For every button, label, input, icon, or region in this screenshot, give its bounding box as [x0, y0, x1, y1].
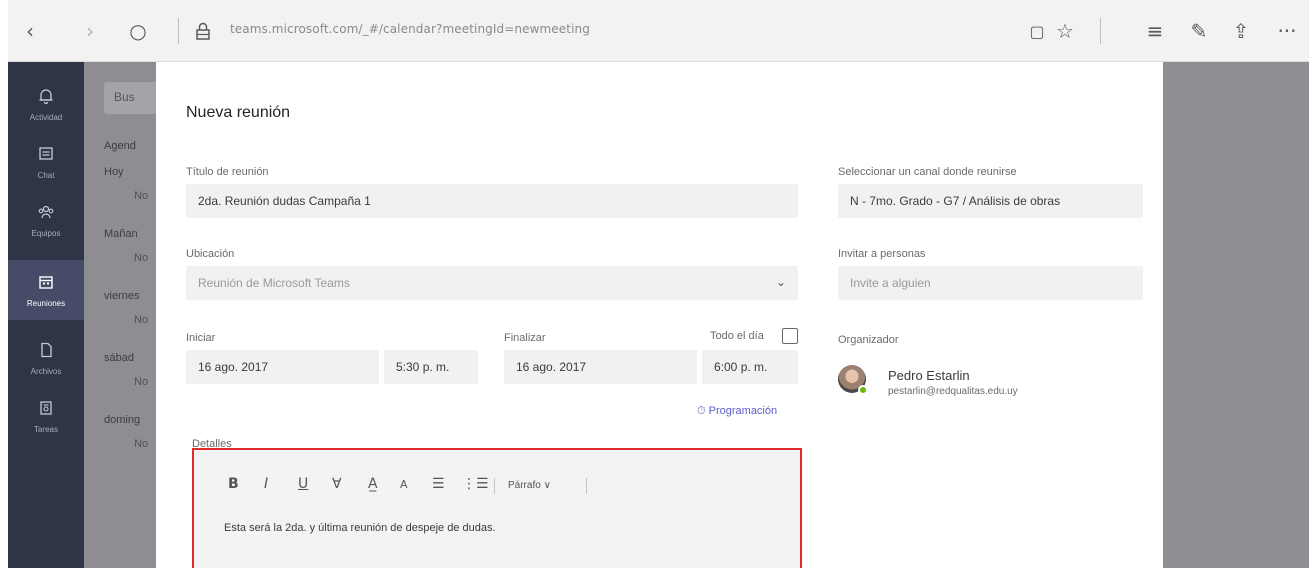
- agenda-day: sábad: [104, 352, 134, 364]
- forward-icon[interactable]: ›: [80, 18, 100, 44]
- meeting-title-value: 2da. Reunión dudas Campaña 1: [198, 194, 371, 208]
- teams-icon: [37, 203, 55, 226]
- presence-available-icon: [858, 385, 868, 395]
- end-time-input[interactable]: 6:00 p. m.: [702, 350, 798, 384]
- agenda-list-pane: Bus Agend Hoy No Mañan No viernes No sáb…: [84, 62, 156, 568]
- browser-window: ‹ › ○ teams.microsoft.com/_#/calendar?me…: [8, 0, 1309, 568]
- channel-label: Seleccionar un canal donde reunirse: [838, 166, 1017, 178]
- organizer-name: Pedro Estarlin: [888, 368, 970, 383]
- end-label: Finalizar: [504, 332, 546, 344]
- start-label: Iniciar: [186, 332, 216, 344]
- font-color-icon[interactable]: A̲: [368, 476, 378, 492]
- start-date-input[interactable]: 16 ago. 2017: [186, 350, 379, 384]
- agenda-day: Mañan: [104, 228, 138, 240]
- web-note-icon[interactable]: ✎: [1188, 18, 1210, 44]
- font-size-icon[interactable]: A: [400, 478, 408, 491]
- share-icon[interactable]: ⇪: [1230, 18, 1252, 44]
- refresh-icon[interactable]: ○: [126, 18, 150, 44]
- allday-label: Todo el día: [710, 330, 764, 342]
- start-time-input[interactable]: 5:30 p. m.: [384, 350, 478, 384]
- start-time-value: 5:30 p. m.: [396, 360, 450, 374]
- page-title: Nueva reunión: [186, 104, 291, 121]
- location-select[interactable]: Reunión de Microsoft Teams ⌄: [186, 266, 798, 300]
- chevron-down-icon: ⌄: [775, 275, 786, 289]
- agenda-day-note: No: [134, 438, 149, 450]
- chevron-down-icon: ∨: [543, 480, 551, 491]
- toolbar-divider: [1100, 18, 1101, 44]
- background-overlay: [1163, 62, 1309, 568]
- highlight-icon[interactable]: ∀: [332, 476, 342, 492]
- rail-item-tareas[interactable]: Tareas: [8, 388, 84, 444]
- invite-input[interactable]: Invite a alguien: [838, 266, 1143, 300]
- rail-item-reuniones[interactable]: Reuniones: [8, 260, 84, 320]
- rail-label: Tareas: [33, 424, 58, 434]
- end-date-value: 16 ago. 2017: [516, 360, 587, 374]
- files-icon: [37, 341, 55, 364]
- back-icon[interactable]: ‹: [20, 18, 40, 44]
- bullet-list-icon[interactable]: ☰: [432, 476, 445, 492]
- address-bar[interactable]: teams.microsoft.com/_#/calendar?meetingI…: [230, 22, 590, 36]
- agenda-day-note: No: [134, 314, 149, 326]
- favorite-icon[interactable]: ☆: [1054, 18, 1076, 44]
- end-date-input[interactable]: 16 ago. 2017: [504, 350, 697, 384]
- more-icon[interactable]: ···: [1274, 18, 1300, 44]
- scheduling-assistant-link[interactable]: ⏱ Programación: [697, 405, 777, 418]
- search-input[interactable]: Bus: [104, 82, 156, 114]
- organizer-email: pestarlin@redqualitas.edu.uy: [888, 386, 1018, 397]
- invite-label: Invitar a personas: [838, 248, 926, 260]
- italic-icon[interactable]: I: [264, 476, 268, 492]
- rail-item-chat[interactable]: Chat: [8, 134, 84, 190]
- agenda-day: Hoy: [104, 166, 124, 178]
- agenda-day-note: No: [134, 190, 149, 202]
- underline-icon[interactable]: U: [298, 476, 308, 492]
- agenda-day-note: No: [134, 252, 149, 264]
- tasks-icon: [37, 399, 55, 422]
- rail-label: Reuniones: [26, 298, 66, 308]
- location-label: Ubicación: [186, 248, 235, 260]
- agenda-day: doming: [104, 414, 141, 426]
- new-meeting-form: Nueva reunión Título de reunión 2da. Reu…: [156, 62, 1163, 568]
- rail-item-equipos[interactable]: Equipos: [8, 192, 84, 248]
- toolbar-divider: [178, 18, 179, 44]
- toolbar-divider: [586, 478, 587, 494]
- rail-item-actividad[interactable]: Actividad: [8, 76, 84, 132]
- paragraph-format-dropdown[interactable]: Párrafo ∨: [508, 480, 551, 491]
- meeting-title-label: Título de reunión: [186, 166, 269, 178]
- chat-icon: [37, 145, 55, 168]
- rail-label: Archivos: [30, 366, 62, 376]
- rail-label: Actividad: [29, 112, 63, 122]
- format-label: Párrafo: [508, 480, 541, 491]
- hub-icon[interactable]: ≡: [1144, 18, 1166, 44]
- end-time-value: 6:00 p. m.: [714, 360, 768, 374]
- start-date-value: 16 ago. 2017: [198, 360, 269, 374]
- numbered-list-icon[interactable]: ⋮☰: [462, 476, 489, 492]
- toolbar-divider: [494, 478, 495, 494]
- agenda-heading: Agend: [104, 140, 136, 152]
- meeting-title-input[interactable]: 2da. Reunión dudas Campaña 1: [186, 184, 798, 218]
- agenda-day-note: No: [134, 376, 149, 388]
- app-rail: Actividad Chat Equipos Reuniones Archivo…: [8, 62, 84, 568]
- lock-icon: [192, 18, 214, 44]
- reading-view-icon[interactable]: ▢: [1026, 18, 1048, 44]
- channel-value: N - 7mo. Grado - G7 / Análisis de obras: [850, 194, 1061, 208]
- agenda-day: viernes: [104, 290, 140, 302]
- rail-label: Chat: [37, 170, 55, 180]
- details-editor[interactable]: B I U ∀ A̲ A ☰ ⋮☰ Párrafo ∨ Esta será la…: [192, 448, 802, 568]
- location-value: Reunión de Microsoft Teams: [198, 276, 350, 290]
- invite-placeholder: Invite a alguien: [850, 276, 931, 290]
- bell-icon: [37, 87, 55, 110]
- rail-label: Equipos: [31, 228, 61, 238]
- details-text[interactable]: Esta será la 2da. y última reunión de de…: [224, 522, 496, 534]
- bold-icon[interactable]: B: [228, 476, 239, 492]
- channel-select[interactable]: N - 7mo. Grado - G7 / Análisis de obras: [838, 184, 1143, 218]
- rail-item-archivos[interactable]: Archivos: [8, 330, 84, 386]
- organizer-label: Organizador: [838, 334, 899, 346]
- browser-toolbar: ‹ › ○ teams.microsoft.com/_#/calendar?me…: [8, 0, 1309, 62]
- allday-checkbox[interactable]: [782, 328, 798, 344]
- calendar-icon: [37, 273, 55, 296]
